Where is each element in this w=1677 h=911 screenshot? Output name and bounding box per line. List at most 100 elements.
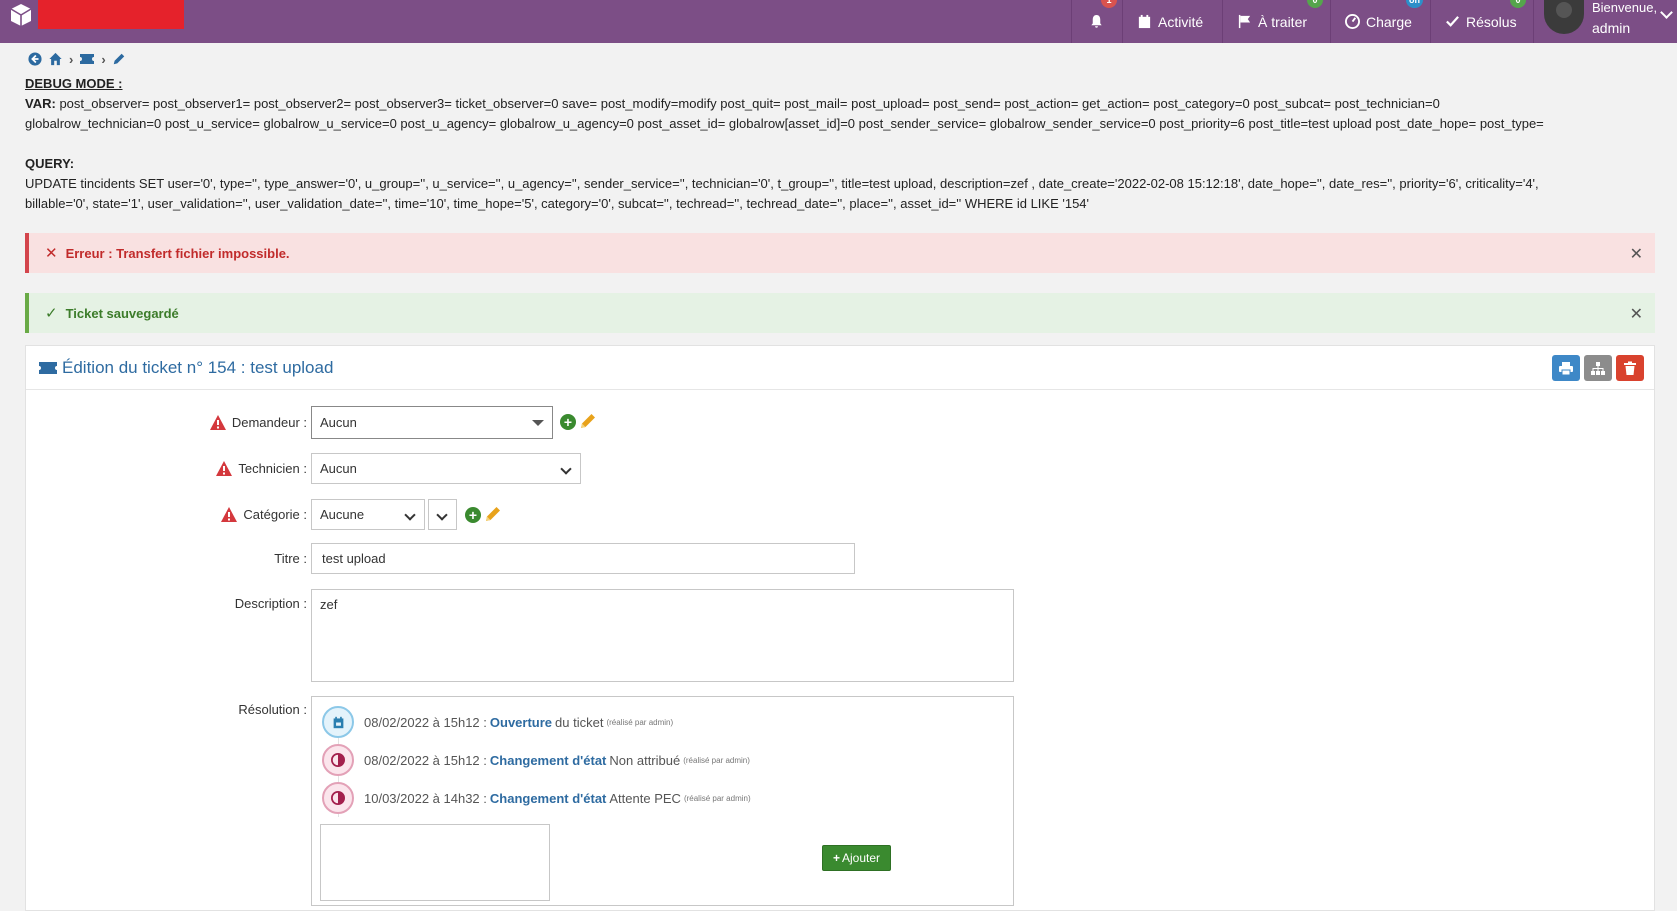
add-resolution-label: Ajouter [841, 851, 881, 865]
description-textarea[interactable]: zef [311, 589, 1014, 682]
adjust-icon [322, 782, 354, 814]
error-message: Erreur : Transfert fichier impossible. [65, 245, 290, 261]
pencil-icon[interactable] [112, 52, 126, 66]
printer-icon [1559, 361, 1573, 375]
nav-a-traiter-label: À traiter [1258, 13, 1308, 30]
calendar-icon [1138, 14, 1151, 29]
timeline-text: Attente PEC [609, 790, 681, 806]
timeline-author: (réalisé par admin) [606, 717, 674, 727]
avatar [1544, 0, 1584, 34]
breadcrumb-separator-icon: › [69, 51, 74, 67]
bell-icon [1091, 14, 1102, 28]
nav-activite-label: Activité [1158, 13, 1204, 30]
timeline-action: Changement d'état [489, 752, 607, 768]
timeline-action: Ouverture [489, 714, 553, 730]
titre-input[interactable]: test upload [311, 543, 855, 574]
categorie-label: Catégorie : [243, 507, 307, 522]
plus-icon: + [832, 851, 840, 865]
titre-label: Titre : [274, 551, 307, 566]
success-alert: ✓ Ticket sauvegardé ✕ [25, 293, 1655, 333]
timeline-action: Changement d'état [489, 790, 607, 806]
resolution-timeline: 08/02/2022 à 15h12 : Ouverture du ticket… [311, 696, 1014, 906]
ticket-icon[interactable] [79, 53, 95, 65]
breadcrumb-separator-icon: › [101, 51, 106, 67]
chevron-down-icon [1660, 6, 1673, 19]
home-icon[interactable] [48, 52, 63, 66]
delete-button[interactable] [1616, 355, 1644, 381]
debug-query-line1: UPDATE tincidents SET user='0', type='',… [25, 176, 1539, 191]
nav-resolus-label: Résolus [1466, 13, 1517, 30]
edit-demandeur-pencil-icon[interactable] [579, 412, 597, 430]
top-navbar: 1 Activité À traiter 0 Charge on Résolus… [0, 0, 1677, 43]
categorie-select[interactable]: Aucune [311, 499, 425, 530]
charge-badge: on [1406, 0, 1423, 8]
check-icon [1446, 16, 1459, 27]
timeline-item: 08/02/2022 à 15h12 : Changement d'état N… [322, 743, 750, 777]
demandeur-select[interactable]: Aucun [311, 406, 553, 439]
user-menu[interactable]: Bienvenue, admin [1533, 0, 1677, 43]
timeline-date: 08/02/2022 à 15h12 : [364, 752, 487, 768]
edit-categorie-pencil-icon[interactable] [484, 505, 502, 523]
close-icon[interactable]: ✕ [1630, 244, 1643, 264]
breadcrumb: › › [28, 51, 126, 67]
nav-charge[interactable]: Charge on [1330, 0, 1429, 43]
debug-var-line2: globalrow_technician=0 post_u_service= g… [25, 116, 1544, 131]
warning-icon [209, 415, 226, 430]
back-arrow-icon[interactable] [28, 52, 42, 66]
categorie-label-group: Catégorie : [221, 499, 307, 530]
debug-query-label: QUERY: [25, 156, 75, 171]
calendar-icon [322, 706, 354, 738]
resolution-textarea[interactable] [320, 824, 550, 901]
brand-banner [38, 0, 184, 29]
print-button[interactable] [1552, 355, 1580, 381]
demandeur-label-group: Demandeur : [209, 406, 307, 439]
logo-cube-icon[interactable] [8, 3, 34, 27]
close-icon[interactable]: ✕ [1630, 304, 1643, 324]
debug-query-line2: billable='0', state='1', user_validation… [25, 196, 1090, 211]
technicien-label-group: Technicien : [216, 453, 307, 484]
error-alert: ✕ Erreur : Transfert fichier impossible.… [25, 233, 1655, 273]
debug-var: VAR: post_observer= post_observer1= post… [25, 94, 1655, 114]
welcome-label: Bienvenue, [1592, 0, 1658, 15]
timeline-date: 08/02/2022 à 15h12 : [364, 714, 487, 730]
sitemap-icon [1591, 361, 1605, 375]
timeline-date: 10/03/2022 à 14h32 : [364, 790, 487, 806]
a-traiter-badge: 0 [1307, 0, 1323, 8]
timeline-text: Non attribué [609, 752, 681, 768]
nav-activite[interactable]: Activité [1122, 0, 1221, 43]
add-categorie-icon[interactable]: + [465, 507, 481, 523]
subcategorie-select[interactable] [428, 499, 457, 530]
add-resolution-button[interactable]: + Ajouter [822, 845, 891, 871]
nav-resolus[interactable]: Résolus 0 [1430, 0, 1532, 43]
ticket-edit-widget: Édition du ticket n° 154 : test upload D… [25, 345, 1655, 911]
debug-var-line1: post_observer= post_observer1= post_obse… [59, 96, 1440, 111]
warning-icon [221, 507, 238, 522]
success-message: Ticket sauvegardé [65, 305, 179, 321]
widget-toolbar [1552, 355, 1644, 381]
widget-header: Édition du ticket n° 154 : test upload [26, 346, 1654, 390]
technicien-select[interactable]: Aucun [311, 453, 581, 484]
welcome-text: Bienvenue, admin [1592, 0, 1657, 36]
add-demandeur-icon[interactable]: + [560, 414, 576, 430]
demandeur-label: Demandeur : [231, 415, 307, 430]
trash-icon [1624, 361, 1636, 375]
adjust-icon [322, 744, 354, 776]
timeline-author: (réalisé par admin) [683, 755, 750, 765]
debug-panel: DEBUG MODE : VAR: post_observer= post_ob… [25, 74, 1655, 214]
nav-a-traiter[interactable]: À traiter 0 [1222, 0, 1329, 43]
notifications-badge: 1 [1101, 0, 1117, 8]
timeline-item: 10/03/2022 à 14h32 : Changement d'état A… [322, 781, 751, 815]
timeline-item: 08/02/2022 à 15h12 : Ouverture du ticket… [322, 705, 673, 739]
debug-title: DEBUG MODE : [25, 76, 123, 91]
hierarchy-button[interactable] [1584, 355, 1612, 381]
warning-icon [216, 461, 233, 476]
page-title: Édition du ticket n° 154 : test upload [62, 357, 334, 377]
resolution-label: Résolution : [238, 701, 307, 717]
ticket-icon [39, 361, 57, 374]
notifications-button[interactable]: 1 [1071, 0, 1121, 43]
debug-var-label: VAR: [25, 96, 56, 111]
technicien-label: Technicien : [238, 461, 307, 476]
resolus-badge: 0 [1510, 0, 1526, 8]
timeline-text: du ticket [555, 714, 604, 730]
error-x-icon: ✕ [45, 245, 58, 262]
